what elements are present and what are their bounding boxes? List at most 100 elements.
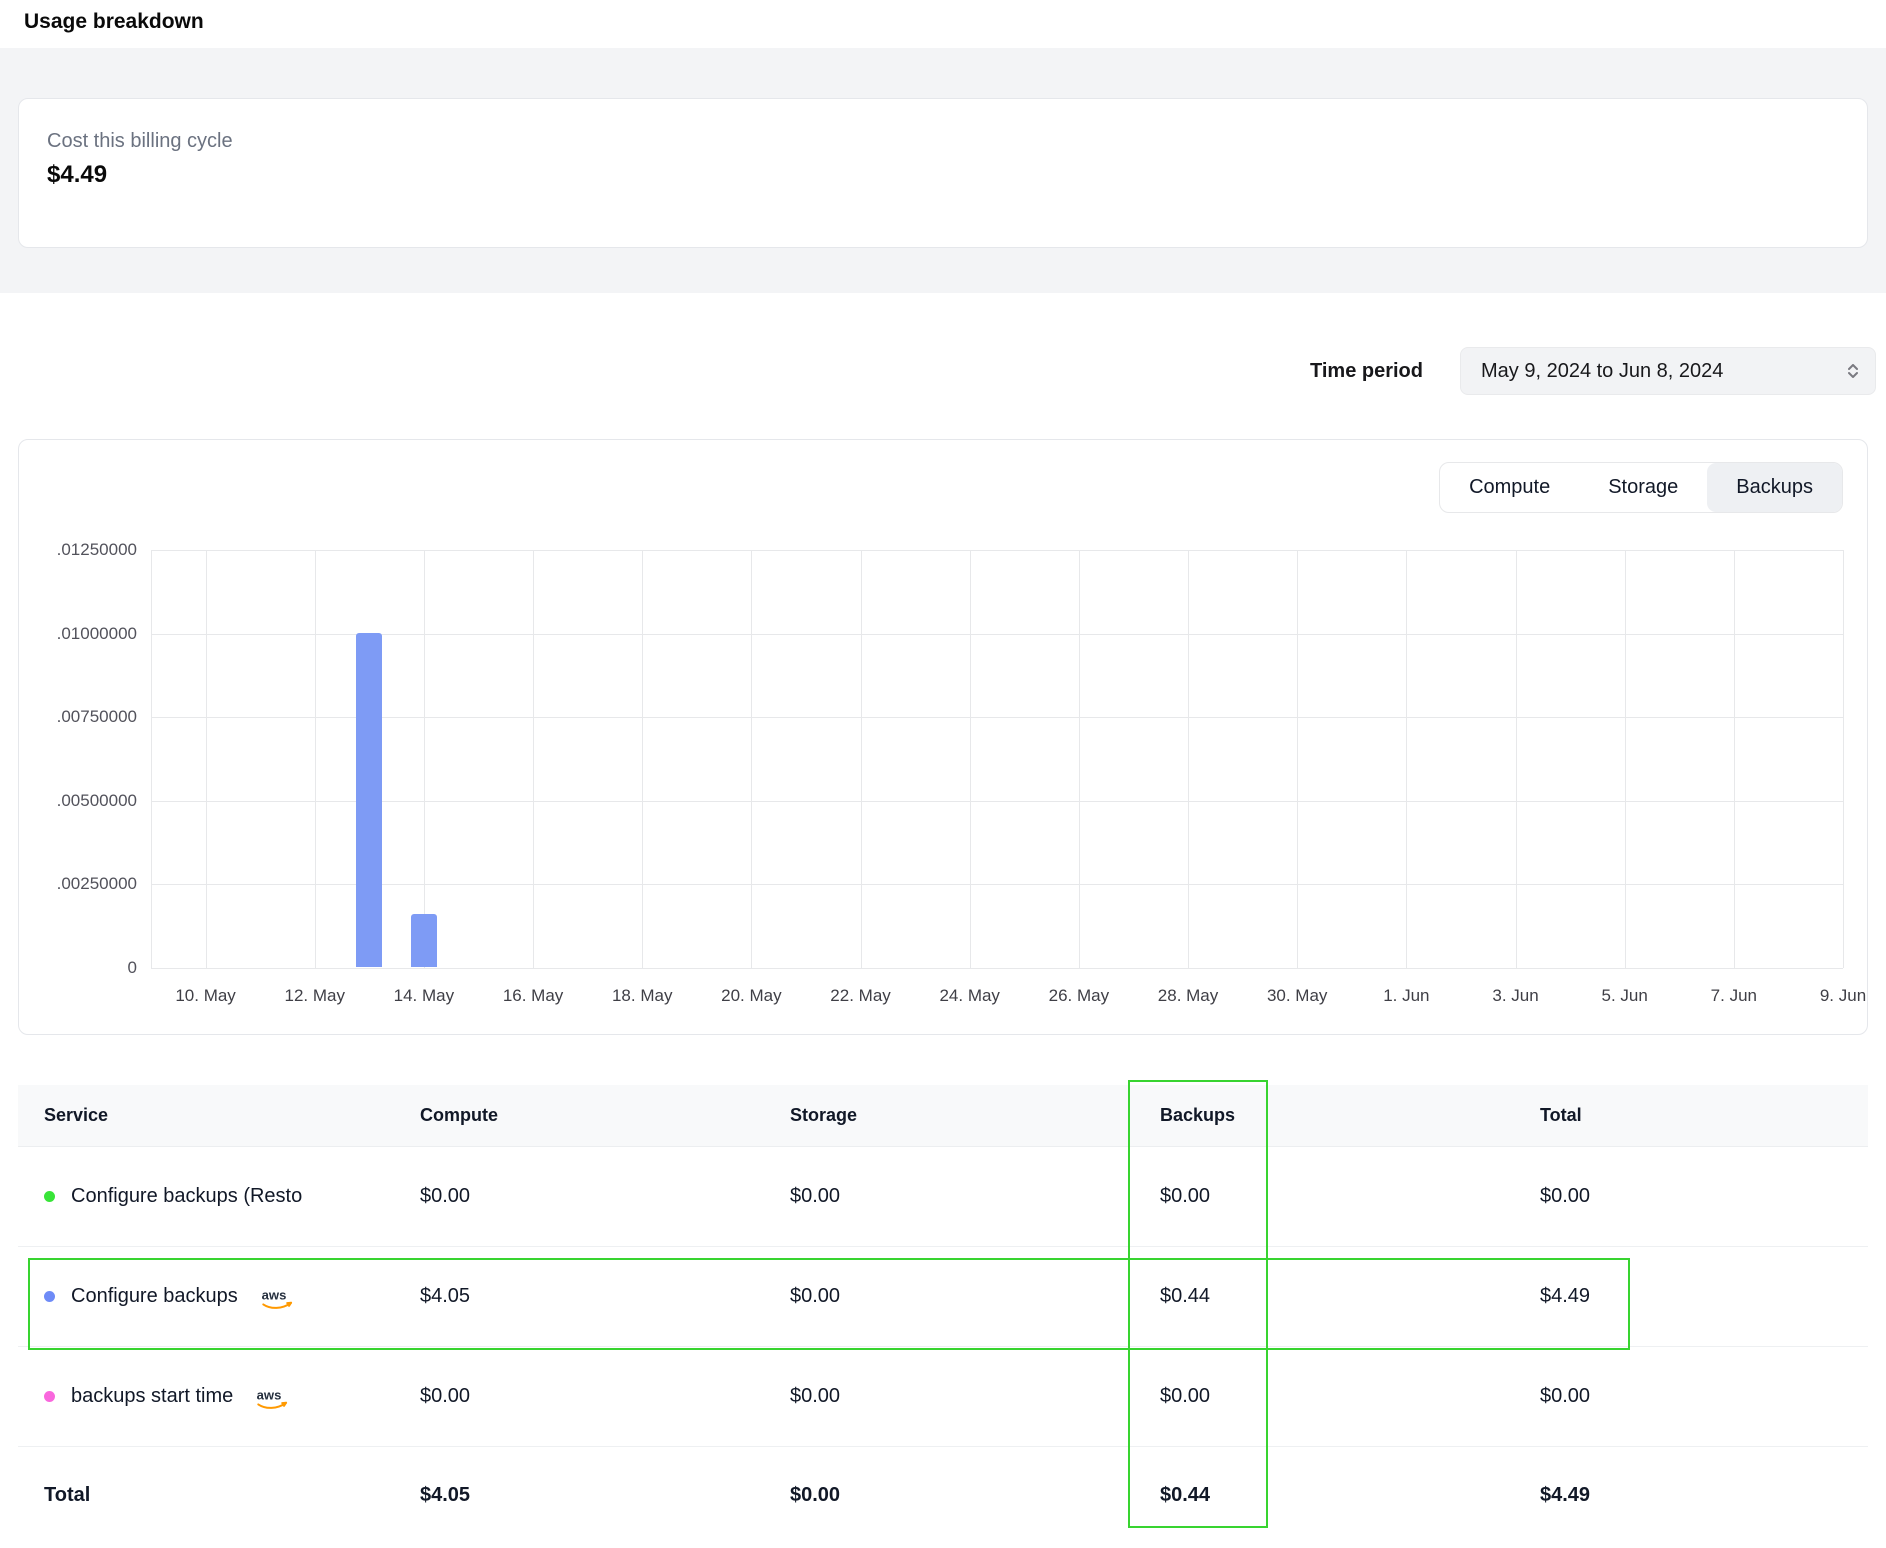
page-title: Usage breakdown (0, 0, 1886, 48)
cell-total: $4.49 (1540, 1285, 1842, 1308)
cost-card: Cost this billing cycle $4.49 (18, 98, 1868, 248)
time-period-value: May 9, 2024 to Jun 8, 2024 (1481, 360, 1723, 383)
y-axis-label: .00250000 (57, 874, 137, 894)
service-name: Configure backups (Resto (71, 1185, 302, 1208)
table-row: Configure backups (Resto $0.00 $0.00 $0.… (18, 1147, 1868, 1247)
service-name: Configure backups (71, 1285, 238, 1308)
gridline (1188, 550, 1189, 968)
table-header-compute: Compute (420, 1105, 790, 1126)
x-axis-label: 18. May (612, 986, 672, 1006)
cost-card-amount: $4.49 (47, 161, 1839, 189)
table-header-total: Total (1540, 1105, 1842, 1126)
table-header-storage: Storage (790, 1105, 1160, 1126)
x-axis-label: 16. May (503, 986, 563, 1006)
x-axis-label: 9. Jun (1820, 986, 1866, 1006)
gridline (1297, 550, 1298, 968)
x-axis-label: 30. May (1267, 986, 1327, 1006)
gridline (151, 550, 1843, 551)
chart-y-axis: 0.00250000.00500000.00750000.01000000.01… (37, 550, 137, 968)
tab-backups[interactable]: Backups (1707, 463, 1842, 512)
chart-metric-tabs: Compute Storage Backups (1439, 462, 1843, 513)
cell-backups: $0.00 (1160, 1185, 1540, 1208)
series-dot (44, 1191, 55, 1202)
gridline (642, 550, 643, 968)
chart-x-axis: 10. May 12. May 14. May 16. May 18. May 20. M… (151, 986, 1843, 1010)
gridline (1843, 550, 1844, 968)
table-header-row: Service Compute Storage Backups Total (18, 1085, 1868, 1147)
gridline (151, 884, 1843, 885)
y-axis-label: .01000000 (57, 624, 137, 644)
page: Usage breakdown Cost this billing cycle … (0, 0, 1886, 1548)
time-period-row: Time period May 9, 2024 to Jun 8, 2024 (0, 347, 1876, 395)
gridline (533, 550, 534, 968)
usage-chart-card: Compute Storage Backups 0 .00250000 .00500… (18, 439, 1868, 1035)
service-cell: Configure backups aws (44, 1281, 420, 1312)
time-period-label: Time period (1310, 360, 1423, 383)
service-cell: backups start time aws (44, 1381, 420, 1412)
gridline (1079, 550, 1080, 968)
cell-compute: $0.00 (420, 1185, 790, 1208)
series-dot (44, 1291, 55, 1302)
cost-summary-section: Cost this billing cycle $4.49 (0, 48, 1886, 293)
table-row: Configure backups aws $4.05 $0.00 $0.44 … (18, 1247, 1868, 1347)
gridline (315, 550, 316, 968)
cell-total: $0.00 (1540, 1385, 1842, 1408)
gridline (1625, 550, 1626, 968)
chart-bar (356, 633, 382, 967)
usage-breakdown-table: Service Compute Storage Backups Total Co… (18, 1085, 1868, 1544)
x-axis-label: 20. May (721, 986, 781, 1006)
tab-storage[interactable]: Storage (1579, 463, 1707, 512)
time-period-select[interactable]: May 9, 2024 to Jun 8, 2024 (1460, 347, 1876, 395)
y-axis-label: .00500000 (57, 791, 137, 811)
gridline (151, 634, 1843, 635)
gridline (1406, 550, 1407, 968)
x-axis-label: 24. May (939, 986, 999, 1006)
x-axis-label: 7. Jun (1711, 986, 1757, 1006)
x-axis-label: 22. May (830, 986, 890, 1006)
svg-text:aws: aws (257, 1388, 282, 1403)
gridline (151, 550, 152, 968)
y-axis-label: 0 (128, 958, 137, 978)
gridline (1516, 550, 1517, 968)
x-axis-label: 10. May (175, 986, 235, 1006)
cell-storage: $0.00 (790, 1185, 1160, 1208)
x-axis-label: 5. Jun (1602, 986, 1648, 1006)
table-header-backups: Backups (1160, 1105, 1540, 1126)
x-axis-label: 1. Jun (1383, 986, 1429, 1006)
series-dot (44, 1391, 55, 1402)
x-axis-label: 26. May (1049, 986, 1109, 1006)
gridline (861, 550, 862, 968)
cost-card-label: Cost this billing cycle (47, 126, 1839, 156)
chevron-updown-icon (1843, 361, 1863, 381)
y-axis-label: .01250000 (57, 540, 137, 560)
total-row-label: Total (44, 1484, 420, 1507)
gridline (1734, 550, 1735, 968)
gridline (151, 968, 1843, 969)
cell-backups: $0.44 (1160, 1285, 1540, 1308)
x-axis-label: 28. May (1158, 986, 1218, 1006)
chart-bar (411, 914, 437, 968)
cell-compute: $0.00 (420, 1385, 790, 1408)
aws-logo-icon: aws (255, 1387, 291, 1412)
svg-text:aws: aws (261, 1288, 286, 1303)
cell-storage: $0.00 (790, 1385, 1160, 1408)
gridline (751, 550, 752, 968)
service-name: backups start time (71, 1385, 233, 1408)
gridline (151, 717, 1843, 718)
cell-backups: $0.00 (1160, 1385, 1540, 1408)
total-storage: $0.00 (790, 1484, 1160, 1507)
total-backups: $0.44 (1160, 1484, 1540, 1507)
tab-compute[interactable]: Compute (1440, 463, 1579, 512)
table-header-service: Service (44, 1105, 420, 1126)
y-axis-label: .00750000 (57, 707, 137, 727)
cell-storage: $0.00 (790, 1285, 1160, 1308)
chart-plot (151, 550, 1843, 968)
x-axis-label: 14. May (394, 986, 454, 1006)
table-row: backups start time aws $0.00 $0.00 $0.00… (18, 1347, 1868, 1447)
total-total: $4.49 (1540, 1484, 1842, 1507)
service-cell: Configure backups (Resto (44, 1185, 420, 1208)
x-axis-label: 3. Jun (1492, 986, 1538, 1006)
x-axis-label: 12. May (284, 986, 344, 1006)
gridline (206, 550, 207, 968)
gridline (970, 550, 971, 968)
